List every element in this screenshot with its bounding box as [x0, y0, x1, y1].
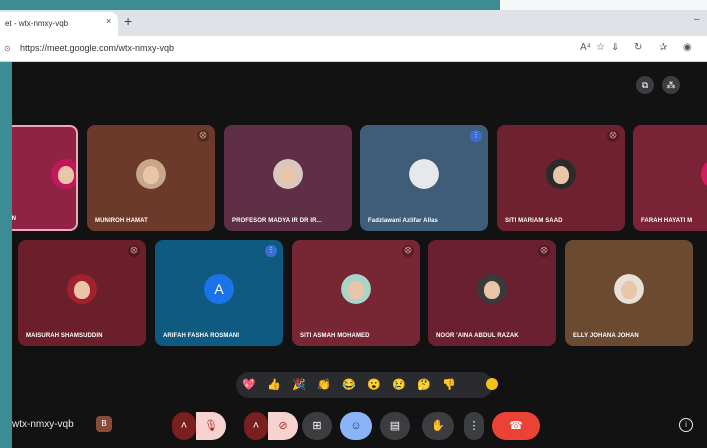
participant-name: ARIFAH FASHA ROSMANI: [163, 333, 240, 339]
emoji-reaction-icon[interactable]: ☺: [340, 412, 372, 440]
speaking-indicator-icon: ⋮: [470, 130, 482, 142]
participant-tile[interactable]: ⨂ SITI MARIAM SAAD: [497, 125, 625, 231]
more-reactions-icon[interactable]: [486, 378, 498, 390]
url-field[interactable]: https://meet.google.com/wtx-nmxy-vqb: [20, 43, 174, 53]
address-bar-row: ⊙ https://meet.google.com/wtx-nmxy-vqb A…: [0, 36, 707, 62]
background-frame: [0, 0, 12, 448]
participant-tile[interactable]: ELLY JOHANA JOHAN: [565, 240, 693, 346]
avatar: [409, 159, 439, 189]
camera-toggle-icon[interactable]: ⊘: [268, 412, 298, 440]
present-screen-icon[interactable]: ⊞: [302, 412, 332, 440]
new-tab-button[interactable]: +: [124, 14, 132, 28]
mic-off-icon: ⨂: [128, 245, 140, 257]
participant-tile[interactable]: PROFESOR MADYA IR DR IR...: [224, 125, 352, 231]
thumbs-down-emoji-icon[interactable]: 👎: [442, 378, 456, 392]
avatar: [546, 159, 576, 189]
avatar: [341, 274, 371, 304]
participant-tile[interactable]: FARAH HAYATI M: [633, 125, 707, 231]
microphone-toggle-icon[interactable]: 🎙: [196, 412, 226, 440]
tab-strip: et - wtx-nmxy-vqb × + –: [0, 10, 707, 36]
profile-icon[interactable]: ◉: [683, 42, 692, 53]
participants-icon[interactable]: ⁂: [662, 76, 680, 94]
favorites-bar-icon[interactable]: ✰: [659, 42, 667, 53]
participant-name: NOOR 'AINA ABDUL RAZAK: [436, 333, 519, 339]
participant-name: Fadzlawani Azlifar Allas: [368, 218, 438, 224]
meeting-details-icon[interactable]: B: [96, 416, 112, 432]
participant-name: MUNIROH HAMAT: [95, 218, 148, 224]
laugh-emoji-icon[interactable]: 😂: [342, 378, 356, 392]
thumbs-up-emoji-icon[interactable]: 👍: [267, 378, 281, 392]
captions-icon[interactable]: ▤: [380, 412, 410, 440]
surprised-emoji-icon[interactable]: 😮: [367, 378, 381, 392]
background-frame: [500, 0, 707, 10]
mic-options-button[interactable]: ˄: [172, 412, 196, 440]
browser-tab[interactable]: et - wtx-nmxy-vqb: [0, 12, 118, 36]
heart-emoji-icon[interactable]: 💖: [242, 378, 256, 392]
avatar: [701, 159, 707, 189]
more-options-icon[interactable]: ⋮: [464, 412, 484, 440]
participant-name: IN: [12, 216, 16, 222]
camera-options-button[interactable]: ˄: [244, 412, 268, 440]
minimize-icon[interactable]: –: [694, 14, 700, 25]
participant-name: FARAH HAYATI M: [641, 218, 693, 224]
participant-name: PROFESOR MADYA IR DR IR...: [232, 218, 322, 224]
participant-tile[interactable]: IN: [12, 125, 78, 231]
info-icon[interactable]: i: [679, 418, 693, 432]
avatar: [273, 159, 303, 189]
sad-emoji-icon[interactable]: 😢: [392, 378, 406, 392]
participant-tile[interactable]: ⋮ Fadzlawani Azlifar Allas: [360, 125, 488, 231]
participant-name: SITI ASMAH MOHAMED: [300, 333, 370, 339]
tab-title: et - wtx-nmxy-vqb: [5, 19, 69, 28]
sync-icon[interactable]: ↻: [634, 42, 642, 53]
mic-off-icon: ⨂: [538, 245, 550, 257]
lock-icon[interactable]: ⊙: [4, 44, 11, 53]
end-call-button[interactable]: ☎: [492, 412, 540, 440]
favorite-icon[interactable]: ☆: [596, 42, 605, 53]
present-icon[interactable]: ⧉: [636, 76, 654, 94]
party-emoji-icon[interactable]: 🎉: [292, 378, 306, 392]
mic-off-icon: ⨂: [402, 245, 414, 257]
avatar: [477, 274, 507, 304]
close-icon[interactable]: ×: [106, 16, 111, 26]
avatar: [614, 274, 644, 304]
participant-tile[interactable]: ⨂ MUNIROH HAMAT: [87, 125, 215, 231]
thinking-emoji-icon[interactable]: 🤔: [417, 378, 431, 392]
meeting-code: wtx-nmxy-vqb: [12, 419, 74, 430]
download-icon[interactable]: ⇓: [611, 42, 619, 53]
mic-off-icon: ⨂: [197, 130, 209, 142]
speaking-indicator-icon: ⋮: [265, 245, 277, 257]
participant-tile[interactable]: ⨂ MAISURAH SHAMSUDDIN: [18, 240, 146, 346]
read-aloud-icon[interactable]: A⁴: [580, 42, 591, 53]
participant-tile[interactable]: ⋮ A ARIFAH FASHA ROSMANI: [155, 240, 283, 346]
avatar: A: [204, 274, 234, 304]
avatar: [136, 159, 166, 189]
reactions-bar: 💖 👍 🎉 👏 😂 😮 😢 🤔 👎: [236, 372, 493, 398]
participant-name: ELLY JOHANA JOHAN: [573, 333, 639, 339]
raise-hand-icon[interactable]: ✋: [422, 412, 454, 440]
clap-emoji-icon[interactable]: 👏: [317, 378, 331, 392]
participant-tile[interactable]: ⨂ NOOR 'AINA ABDUL RAZAK: [428, 240, 556, 346]
participant-tile[interactable]: ⨂ SITI ASMAH MOHAMED: [292, 240, 420, 346]
avatar: [51, 159, 76, 189]
participant-name: MAISURAH SHAMSUDDIN: [26, 333, 103, 339]
mic-off-icon: ⨂: [607, 130, 619, 142]
avatar: [67, 274, 97, 304]
meet-stage: ⧉ ⁂ IN ⨂ MUNIROH HAMAT PROFESOR MADYA IR…: [12, 62, 707, 448]
participant-name: SITI MARIAM SAAD: [505, 218, 563, 224]
